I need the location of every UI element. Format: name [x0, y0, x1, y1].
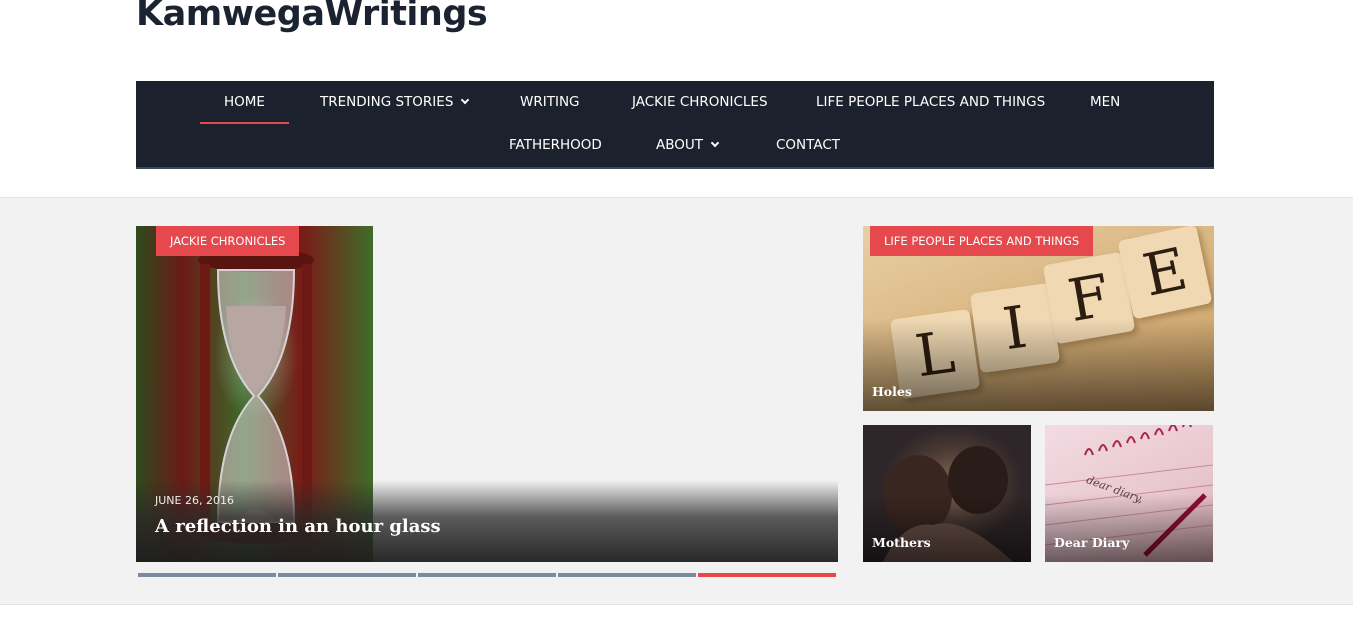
slider-dot[interactable] — [138, 573, 276, 577]
slider-dot[interactable] — [558, 573, 696, 577]
nav-item-life-people-places-and-things[interactable]: LIFE PEOPLE PLACES AND THINGS — [816, 81, 1045, 124]
nav-item-label: WRITING — [520, 94, 580, 110]
card-title[interactable]: Dear Diary — [1054, 535, 1129, 550]
featured-card-life[interactable]: L I F E LIFE PEOPLE PLACES AND THINGS Ho… — [863, 226, 1214, 411]
nav-item-home[interactable]: HOME — [200, 81, 289, 124]
nav-item-contact[interactable]: CONTACT — [776, 124, 840, 167]
nav-item-jackie-chronicles[interactable]: JACKIE CHRONICLES — [632, 81, 768, 124]
slider-dot[interactable] — [278, 573, 416, 577]
slider-dot-active[interactable] — [698, 573, 836, 577]
card-gradient-overlay — [863, 493, 1031, 562]
nav-item-label: MEN — [1090, 94, 1121, 110]
category-badge[interactable]: LIFE PEOPLE PLACES AND THINGS — [870, 226, 1094, 256]
chevron-down-icon — [710, 138, 720, 148]
category-badge[interactable]: JACKIE CHRONICLES — [156, 226, 300, 256]
nav-item-about[interactable]: ABOUT — [656, 124, 720, 167]
card-gradient-overlay — [863, 318, 1214, 411]
slide-title[interactable]: A reflection in an hour glass — [155, 516, 441, 537]
nav-item-men[interactable]: MEN — [1090, 81, 1120, 124]
nav-item-label: HOME — [224, 94, 265, 110]
slide-date: JUNE 26, 2016 — [155, 494, 234, 507]
main-navigation: HOME TRENDING STORIES WRITING JACKIE CHR… — [136, 81, 1214, 169]
site-title[interactable]: KamwegaWritings — [136, 0, 488, 34]
chevron-down-icon — [461, 95, 470, 105]
nav-item-label: ABOUT — [656, 137, 704, 153]
nav-item-fatherhood[interactable]: FATHERHOOD — [509, 124, 602, 167]
slider-pagination — [138, 573, 836, 577]
slider-dot[interactable] — [418, 573, 556, 577]
nav-item-trending-stories[interactable]: TRENDING STORIES — [320, 81, 470, 124]
featured-slider[interactable]: JACKIE CHRONICLES JUNE 26, 2016 A reflec… — [136, 226, 838, 562]
nav-item-label: FATHERHOOD — [509, 137, 602, 153]
letter-block: E — [1117, 226, 1213, 320]
featured-card-dear-diary[interactable]: dear diary, Dear Diary — [1045, 425, 1213, 562]
nav-item-label: LIFE PEOPLE PLACES AND THINGS — [816, 94, 1046, 110]
nav-item-label: JACKIE CHRONICLES — [632, 94, 768, 110]
card-title[interactable]: Mothers — [872, 535, 931, 550]
card-title[interactable]: Holes — [872, 384, 912, 399]
nav-item-writing[interactable]: WRITING — [520, 81, 580, 124]
nav-item-label: TRENDING STORIES — [320, 94, 454, 110]
featured-card-mothers[interactable]: Mothers — [863, 425, 1031, 562]
card-gradient-overlay — [1045, 493, 1213, 562]
nav-item-label: CONTACT — [776, 137, 841, 153]
